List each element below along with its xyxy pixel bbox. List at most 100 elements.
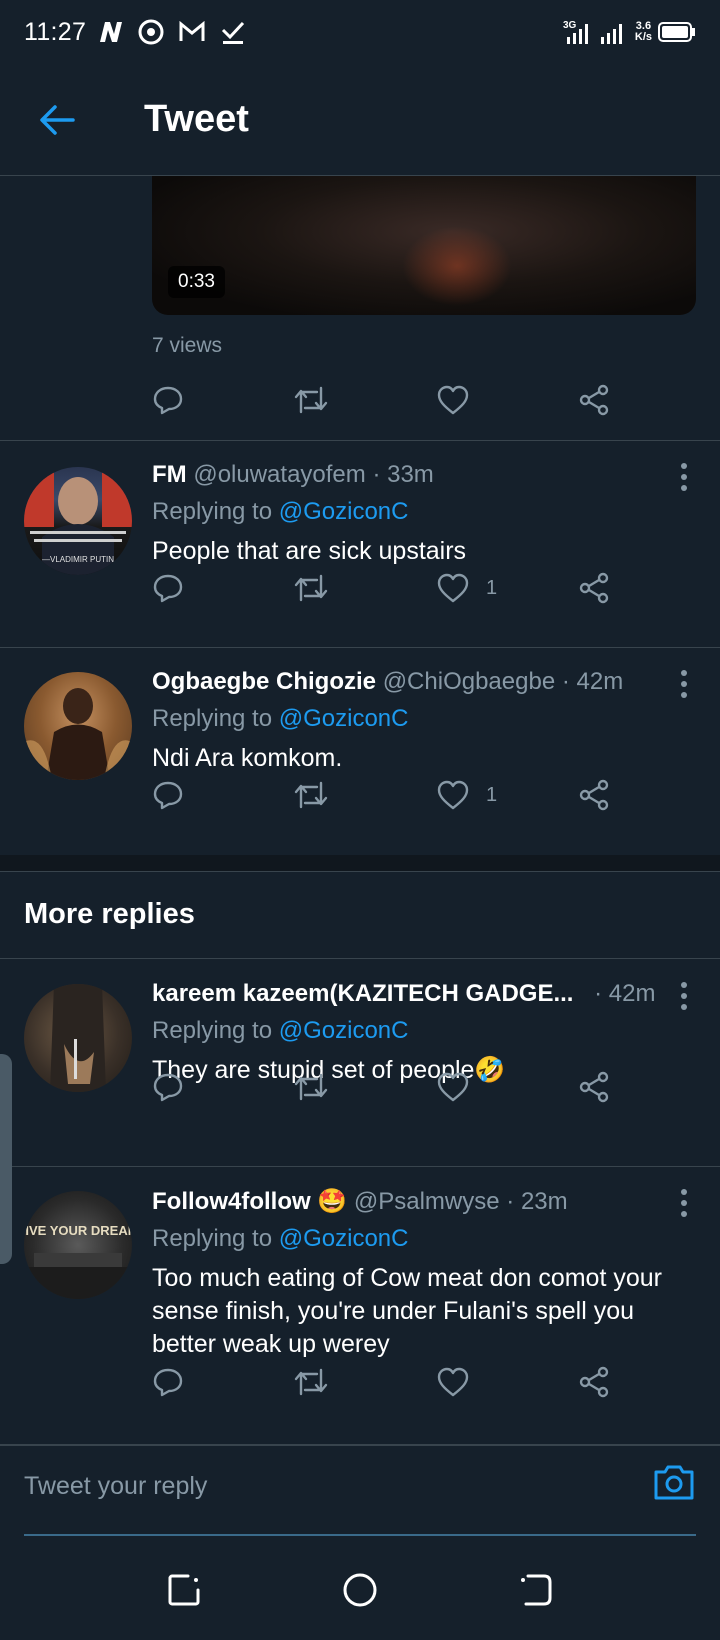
replying-to-link[interactable]: @GoziconC [279, 1017, 409, 1044]
reply-actions [152, 1062, 622, 1112]
n-app-icon [100, 22, 123, 42]
display-name[interactable]: Follow4follow 🤩 [152, 1188, 347, 1215]
like-button[interactable] [436, 375, 470, 425]
network-speed: 3.6 K/s [635, 21, 652, 43]
avatar[interactable] [24, 672, 132, 780]
status-bar: 11:27 3G 3.6 K/s [0, 0, 720, 64]
replying-prefix: Replying to [152, 1017, 273, 1044]
like-button[interactable] [436, 1062, 470, 1112]
like-button[interactable]: 1 [436, 770, 497, 820]
recents-icon [168, 1574, 200, 1606]
share-icon [579, 572, 609, 604]
reply-header: kareem kazeem(KAZITECH GADGE... · 42m [152, 980, 670, 1008]
reply-tweet[interactable]: kareem kazeem(KAZITECH GADGE... · 42m Re… [0, 960, 720, 1166]
avatar-image: LIVE YOUR DREAM [24, 1223, 132, 1299]
avatar-image: —VLADIMIR PUTIN [24, 467, 132, 575]
reply-tweet[interactable]: LIVE YOUR DREAM Follow4follow 🤩 @Psalmwy… [0, 1167, 720, 1443]
reply-tweet[interactable]: —VLADIMIR PUTIN FM @oluwatayofem · 33m R… [0, 441, 720, 647]
username[interactable]: @Psalmwyse [354, 1188, 500, 1215]
avatar[interactable]: LIVE YOUR DREAM [24, 1191, 132, 1299]
reply-button[interactable] [152, 1357, 184, 1407]
more-options-icon[interactable] [674, 982, 694, 1010]
reply-button[interactable] [152, 563, 184, 613]
retweet-button[interactable] [293, 1062, 329, 1112]
replying-to-link[interactable]: @GoziconC [279, 705, 409, 732]
replying-to: Replying to @GoziconC [152, 1017, 670, 1045]
replying-prefix: Replying to [152, 498, 273, 525]
back-button[interactable] [22, 85, 92, 155]
replying-prefix: Replying to [152, 705, 273, 732]
retweet-button[interactable] [293, 563, 329, 613]
reply-button[interactable] [152, 375, 184, 425]
reply-icon [153, 781, 183, 810]
username[interactable]: @oluwatayofem [193, 461, 365, 488]
share-button[interactable] [578, 1062, 610, 1112]
reply-actions: 1 [152, 563, 622, 613]
like-count: 1 [486, 576, 498, 599]
edge-panel-handle[interactable] [0, 1054, 12, 1264]
replying-prefix: Replying to [152, 1225, 273, 1252]
reply-header: Ogbaegbe Chigozie @ChiOgbaegbe · 42m [152, 668, 670, 696]
back-nav-button[interactable] [516, 1570, 556, 1610]
status-time: 11:27 [24, 17, 87, 46]
reply-text: Too much eating of Cow meat don comot yo… [152, 1264, 662, 1358]
retweet-button[interactable] [293, 1357, 329, 1407]
more-options-icon[interactable] [674, 1189, 694, 1217]
reply-button[interactable] [152, 1062, 184, 1112]
retweet-icon [294, 1368, 328, 1396]
back-arrow-icon [40, 104, 75, 135]
like-icon [437, 780, 469, 810]
home-icon [343, 1573, 377, 1607]
display-name[interactable]: Ogbaegbe Chigozie [152, 668, 376, 695]
home-button[interactable] [340, 1570, 380, 1610]
reply-header: Follow4follow 🤩 @Psalmwyse · 23m [152, 1187, 670, 1216]
camera-button[interactable] [652, 1462, 696, 1506]
reply-actions [152, 1357, 622, 1407]
timestamp: · 23m [506, 1188, 568, 1215]
share-button[interactable] [578, 770, 610, 820]
share-button[interactable] [578, 1357, 610, 1407]
back-nav-icon [521, 1574, 552, 1606]
like-button[interactable]: 1 [436, 563, 497, 613]
replying-to: Replying to @GoziconC [152, 498, 670, 526]
page-title: Tweet [144, 98, 249, 140]
recents-button[interactable] [164, 1570, 204, 1610]
camera-icon [654, 1465, 694, 1500]
retweet-button[interactable] [293, 770, 329, 820]
username[interactable]: @ChiOgbaegbe [383, 668, 555, 695]
reply-input[interactable]: Tweet your reply [24, 1472, 207, 1501]
system-nav-bar [0, 1540, 720, 1640]
more-options-icon[interactable] [674, 463, 694, 491]
like-icon [437, 1072, 469, 1102]
battery-icon [658, 22, 695, 42]
display-name[interactable]: FM [152, 461, 187, 488]
share-button[interactable] [578, 563, 610, 613]
display-name[interactable]: kareem kazeem(KAZITECH GADGE... [152, 980, 573, 1007]
avatar-caption: —VLADIMIR PUTIN [42, 555, 114, 564]
avatar[interactable] [24, 984, 132, 1092]
replying-to: Replying to @GoziconC [152, 705, 670, 733]
timestamp: · 33m [372, 461, 434, 488]
more-replies-header: More replies [0, 871, 720, 959]
replying-to-link[interactable]: @GoziconC [279, 498, 409, 525]
more-options-icon[interactable] [674, 670, 694, 698]
like-icon [437, 573, 469, 603]
section-gap [0, 855, 720, 871]
reply-tweet[interactable]: Ogbaegbe Chigozie @ChiOgbaegbe · 42m Rep… [0, 648, 720, 854]
retweet-button[interactable] [293, 375, 329, 425]
reply-icon [153, 1368, 183, 1397]
check-icon [222, 21, 245, 44]
video-player[interactable]: 0:33 [152, 176, 696, 315]
replying-to-link[interactable]: @GoziconC [279, 1225, 409, 1252]
avatar[interactable]: —VLADIMIR PUTIN [24, 467, 132, 575]
reply-composer: Tweet your reply [0, 1444, 720, 1536]
avatar-caption: LIVE YOUR DREAM [24, 1223, 132, 1238]
reply-body: FM @oluwatayofem · 33m Replying to @Gozi… [152, 461, 670, 568]
top-app-bar: Tweet [0, 64, 720, 176]
reply-body: Ogbaegbe Chigozie @ChiOgbaegbe · 42m Rep… [152, 668, 670, 775]
share-button[interactable] [578, 375, 610, 425]
gmail-icon [179, 21, 205, 41]
like-button[interactable] [436, 1357, 470, 1407]
timestamp: · 42m [594, 980, 656, 1007]
reply-button[interactable] [152, 770, 184, 820]
